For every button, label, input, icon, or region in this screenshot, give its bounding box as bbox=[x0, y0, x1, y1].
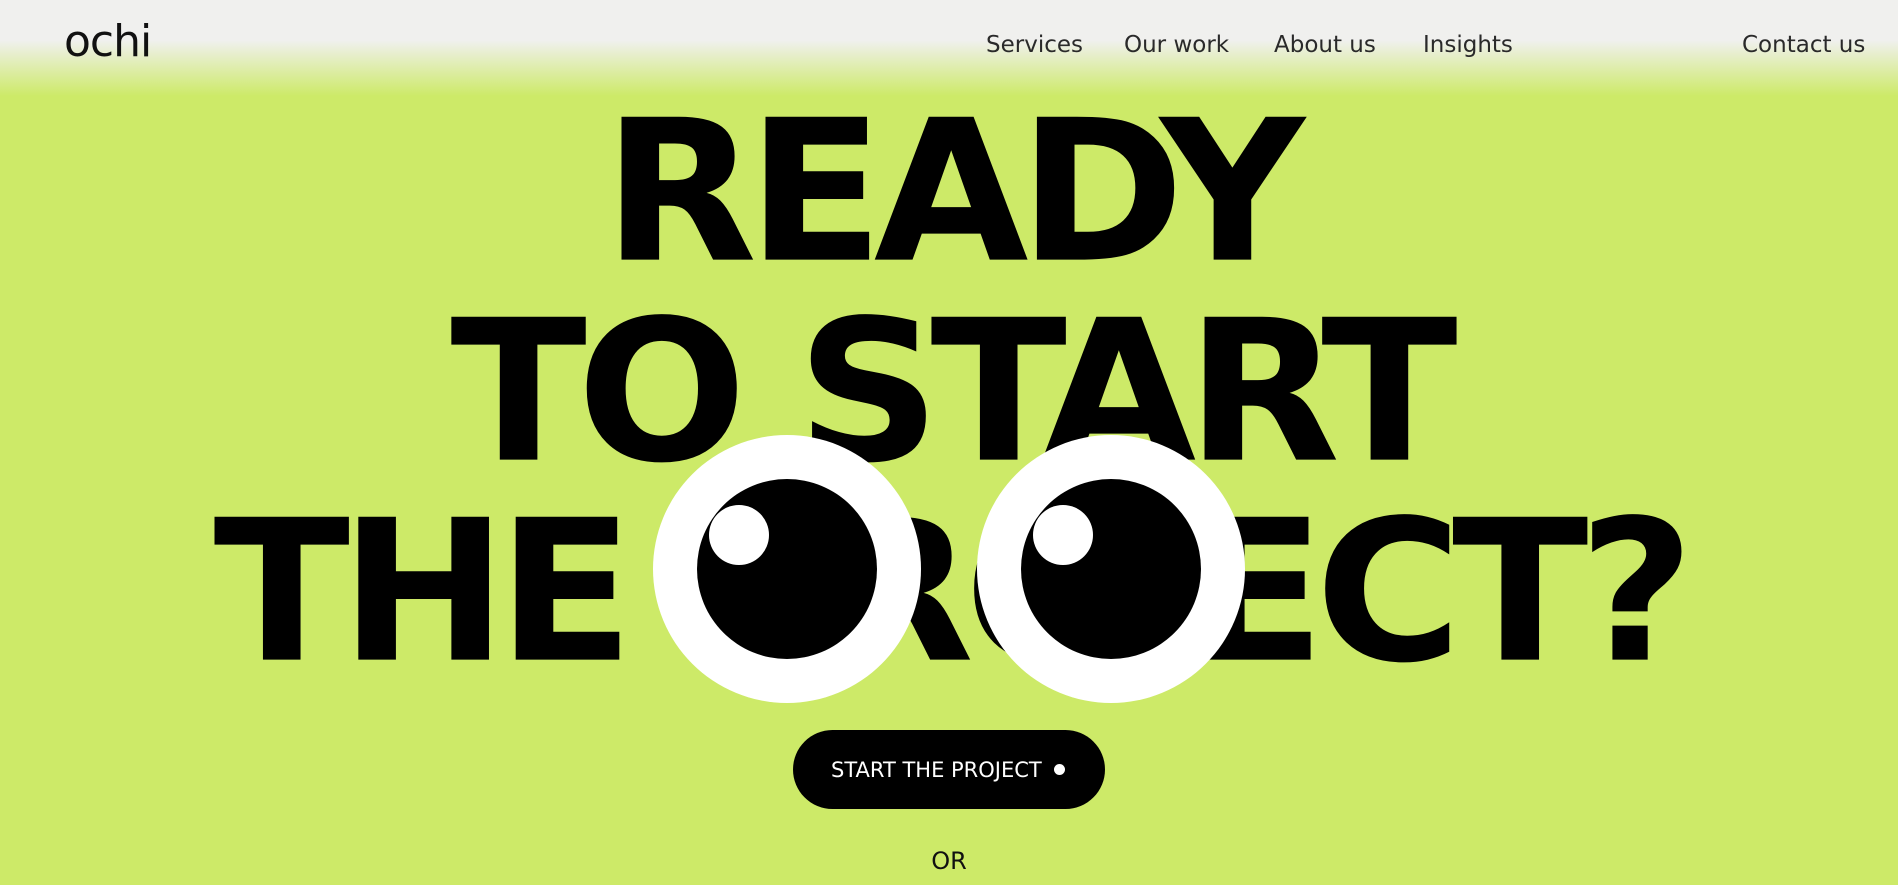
right-pupil bbox=[1021, 479, 1201, 659]
top-navbar: ochi Services Our work About us Insights… bbox=[0, 0, 1898, 96]
page: ochi Services Our work About us Insights… bbox=[0, 0, 1898, 885]
right-eye-graphic bbox=[977, 435, 1245, 703]
start-project-button[interactable]: START THE PROJECT bbox=[793, 730, 1105, 809]
dot-icon bbox=[1054, 764, 1065, 775]
nav-link-our-work[interactable]: Our work bbox=[1124, 34, 1229, 57]
right-pupil-glint bbox=[1033, 505, 1093, 565]
nav-link-services[interactable]: Services bbox=[986, 34, 1083, 57]
left-pupil-glint bbox=[709, 505, 769, 565]
hero-headline-line-1: READY bbox=[603, 78, 1305, 307]
nav-link-insights[interactable]: Insights bbox=[1423, 34, 1513, 57]
hero-headline-line-2: TO START bbox=[450, 278, 1457, 507]
hero-headline-line-3: THE PROJECT? bbox=[213, 478, 1695, 707]
ochi-logo[interactable]: ochi bbox=[64, 20, 152, 64]
nav-link-contact-us[interactable]: Contact us bbox=[1742, 34, 1865, 57]
left-eye-graphic bbox=[653, 435, 921, 703]
or-divider-text: OR bbox=[931, 847, 967, 875]
left-pupil bbox=[697, 479, 877, 659]
start-project-button-label: START THE PROJECT bbox=[831, 757, 1042, 782]
nav-link-about-us[interactable]: About us bbox=[1274, 34, 1376, 57]
